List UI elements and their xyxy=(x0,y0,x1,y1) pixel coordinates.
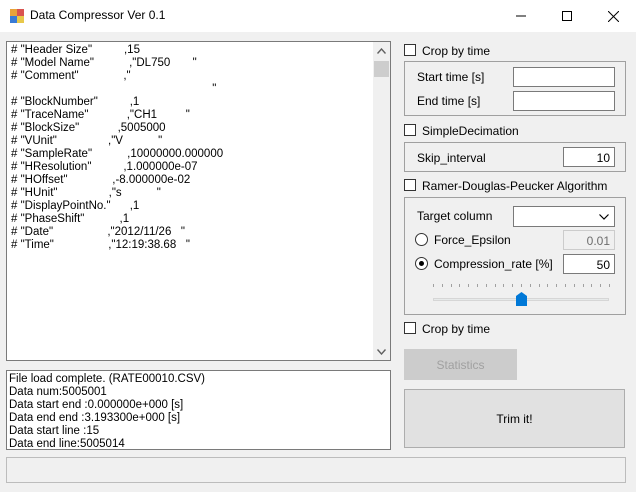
slider-tick xyxy=(485,284,487,287)
header-line: # "Header Size" ,15 xyxy=(11,44,140,56)
compression-rate-radio[interactable] xyxy=(415,257,428,270)
slider-tick xyxy=(529,284,531,287)
scroll-thumb[interactable] xyxy=(374,61,389,77)
log-line: Data start line :15 xyxy=(9,425,100,437)
compression-rate-input[interactable]: 50 xyxy=(563,254,615,274)
header-text: # "Header Size" ,15 # "Model Name" ,"DL75… xyxy=(11,44,223,252)
slider-tick xyxy=(600,284,602,287)
header-line: " xyxy=(11,83,217,95)
log-text-area[interactable]: File load complete. (RATE00010.CSV) Data… xyxy=(6,370,391,450)
start-time-label: Start time [s] xyxy=(417,70,485,84)
skip-interval-label: Skip_interval xyxy=(417,151,486,165)
close-button[interactable] xyxy=(590,0,636,32)
minimize-button[interactable] xyxy=(498,0,544,32)
slider-tick xyxy=(556,284,558,287)
slider-tick xyxy=(433,284,434,287)
scroll-up-icon[interactable] xyxy=(373,42,390,59)
trim-button[interactable]: Trim it! xyxy=(404,389,625,448)
slider-tick xyxy=(512,284,514,287)
log-line: File load complete. (RATE00010.CSV) xyxy=(9,373,206,385)
end-time-label: End time [s] xyxy=(417,94,481,108)
slider-tick xyxy=(591,284,593,287)
maximize-icon xyxy=(562,11,572,21)
header-line: # "HOffset" ,-8.000000e-02 xyxy=(11,174,191,186)
slider-tick xyxy=(573,284,575,287)
header-line: # "SampleRate" ,10000000.000000 xyxy=(11,148,224,160)
slider-tick xyxy=(521,284,522,287)
slider-tick xyxy=(503,284,505,287)
crop-by-time-checkbox[interactable] xyxy=(404,44,416,56)
window-title: Data Compressor Ver 0.1 xyxy=(30,8,166,22)
force-epsilon-label: Force_Epsilon xyxy=(434,233,511,247)
slider-ticks xyxy=(433,284,610,288)
target-column-label: Target column xyxy=(417,209,493,223)
header-line: # "BlockNumber" ,1 xyxy=(11,96,140,108)
crop-by-time-label: Crop by time xyxy=(422,44,491,58)
crop-by-time-bottom-label: Crop by time xyxy=(422,322,491,336)
slider-tick xyxy=(441,284,443,287)
rdp-group: Target column Force_Epsilon 0.01 Compres… xyxy=(404,197,626,315)
header-line: # "DisplayPointNo." ,1 xyxy=(11,200,140,212)
radio-selected-dot xyxy=(419,261,424,266)
header-line: # "Comment" ," xyxy=(11,70,131,82)
slider-tick xyxy=(468,284,470,287)
log-line: Data end line:5005014 xyxy=(9,438,125,450)
header-line: # "Model Name" ,"DL750 " xyxy=(11,57,197,69)
statistics-button[interactable]: Statistics xyxy=(404,349,517,380)
header-line: # "HResolution" ,1.000000e-07 xyxy=(11,161,198,173)
compression-slider[interactable] xyxy=(433,284,610,308)
progress-bar xyxy=(6,457,626,483)
target-column-select[interactable] xyxy=(513,206,615,227)
header-line: # "BlockSize" ,5005000 xyxy=(11,122,166,134)
slider-thumb[interactable] xyxy=(515,292,527,306)
header-text-area[interactable]: # "Header Size" ,15 # "Model Name" ,"DL75… xyxy=(6,41,391,361)
slider-tick xyxy=(609,284,610,287)
compression-rate-label: Compression_rate [%] xyxy=(434,257,553,271)
slider-tick xyxy=(450,284,452,287)
header-line: # "VUnit" ,"V " xyxy=(11,135,163,147)
log-line: Data num:5005001 xyxy=(9,386,107,398)
slider-tick xyxy=(547,284,549,287)
chevron-down-icon xyxy=(599,214,609,220)
log-line: Data end end :3.193300e+000 [s] xyxy=(9,412,181,424)
skip-interval-group: Skip_interval 10 xyxy=(404,142,626,172)
rdp-label: Ramer-Douglas-Peucker Algorithm xyxy=(422,179,608,193)
close-icon xyxy=(607,10,619,22)
slider-tick xyxy=(538,284,540,287)
force-epsilon-input[interactable]: 0.01 xyxy=(563,230,615,250)
slider-tick xyxy=(582,284,584,287)
slider-tick xyxy=(565,284,566,287)
crop-by-time-bottom-checkbox[interactable] xyxy=(404,322,416,334)
header-line: # "Time" ,"12:19:38.68 " xyxy=(11,239,190,251)
simple-decimation-checkbox[interactable] xyxy=(404,124,416,136)
maximize-button[interactable] xyxy=(544,0,590,32)
slider-tick xyxy=(459,284,461,287)
scroll-down-icon[interactable] xyxy=(373,343,390,360)
title-bar: Data Compressor Ver 0.1 xyxy=(0,0,636,32)
header-line: # "Date" ,"2012/11/26 " xyxy=(11,226,186,238)
slider-tick xyxy=(494,284,496,287)
header-line: # "TraceName" ,"CH1 " xyxy=(11,109,190,121)
header-line: # "HUnit" ,"s " xyxy=(11,187,161,199)
end-time-input[interactable] xyxy=(513,91,615,111)
app-icon xyxy=(10,9,24,23)
header-line: # "PhaseShift" ,1 xyxy=(11,213,130,225)
slider-tick xyxy=(477,284,478,287)
vertical-scrollbar[interactable] xyxy=(373,42,390,360)
force-epsilon-radio[interactable] xyxy=(415,233,428,246)
skip-interval-input[interactable]: 10 xyxy=(563,147,615,167)
start-time-input[interactable] xyxy=(513,67,615,87)
minimize-icon xyxy=(516,15,526,17)
rdp-checkbox[interactable] xyxy=(404,179,416,191)
simple-decimation-label: SimpleDecimation xyxy=(422,124,519,138)
log-line: Data start end :0.000000e+000 [s] xyxy=(9,399,184,411)
crop-time-group: Start time [s] End time [s] xyxy=(404,61,626,116)
